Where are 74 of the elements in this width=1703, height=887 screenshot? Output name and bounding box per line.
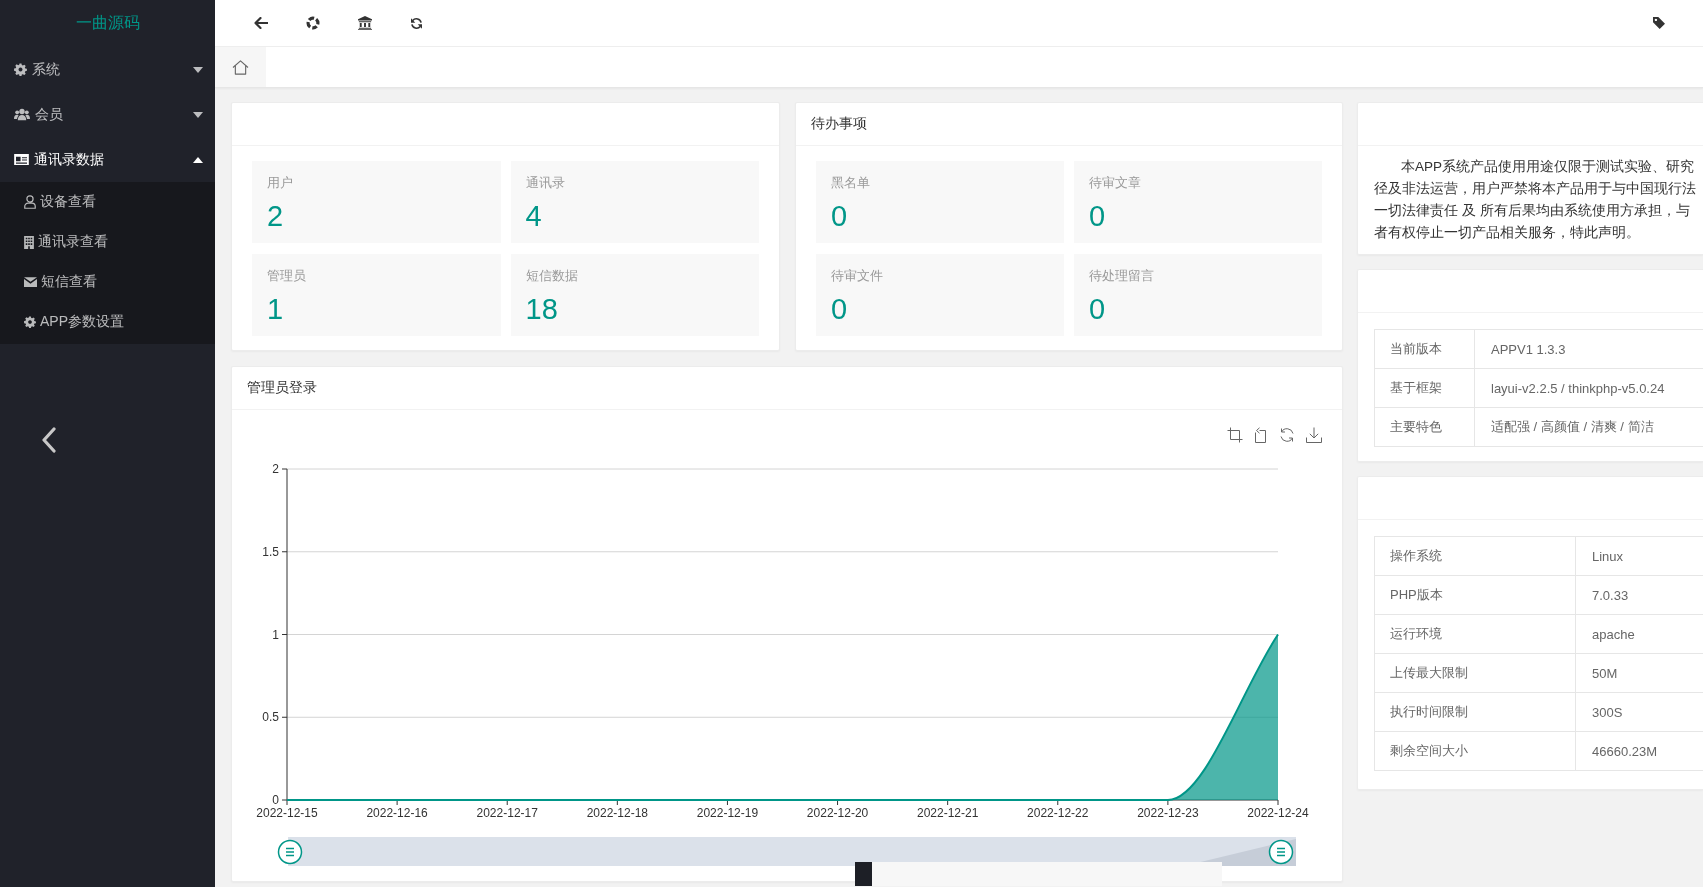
menu-item[interactable]: 会员 [0,92,215,137]
submenu-item[interactable]: 通讯录查看 [0,222,215,262]
x-tick-label: 2022-12-17 [476,806,538,820]
stat-label: 待审文件 [831,267,883,285]
id-card-icon [14,154,29,165]
gear-icon [14,63,27,76]
info-label: 基于框架 [1374,368,1475,408]
x-tick-label: 2022-12-19 [696,806,759,820]
stat-value: 2 [267,199,284,233]
x-tick-label: 2022-12-18 [586,806,649,820]
info-label: 主要特色 [1374,407,1475,447]
info-label: 操作系统 [1374,536,1576,576]
x-tick-label: 2022-12-16 [366,806,428,820]
info-label: PHP版本 [1374,575,1576,615]
x-tick-label: 2022-12-15 [256,806,318,820]
x-tick-label: 2022-12-22 [1027,806,1089,820]
stat-label: 短信数据 [525,267,578,285]
y-tick-label: 1 [272,627,279,642]
download-icon[interactable] [1306,427,1322,443]
building-icon [24,235,34,249]
stat-label: 通讯录 [525,174,565,192]
x-tick-label: 2022-12-21 [916,806,979,820]
gear-icon [24,316,36,328]
chevron-left-icon[interactable] [41,427,57,453]
stat-label: 黑名单 [831,174,870,192]
x-tick-label: 2022-12-20 [806,806,869,820]
stat-value: 4 [525,199,542,233]
stat-label: 待处理留言 [1089,267,1154,285]
users-icon [14,108,30,121]
menu-item[interactable]: 系统 [0,47,215,92]
range-handle[interactable] [277,839,303,865]
home-tab[interactable] [215,47,266,87]
card-title: 待办事项 [811,115,867,133]
bank-icon[interactable] [358,16,372,30]
menu-item[interactable]: 通讯录数据 [0,137,215,182]
y-tick-label: 0 [272,793,279,807]
stat-value: 1 [267,292,284,326]
stat-label: 管理员 [267,267,306,285]
info-label: 上传最大限制 [1374,653,1576,693]
range-handle[interactable] [1268,839,1294,865]
stat-value: 18 [525,292,558,326]
info-label: 运行环境 [1374,614,1576,654]
x-tick-label: 2022-12-24 [1247,806,1309,820]
stat-value: 0 [831,199,848,233]
stat-value: 0 [1089,292,1106,326]
stat-label: 用户 [267,174,293,192]
info-label: 当前版本 [1374,329,1475,369]
stat-value: 0 [1089,199,1106,233]
info-value: APPV1 1.3.3 [1474,329,1703,369]
y-tick-label: 0.5 [262,710,279,725]
envelope-icon [24,277,37,287]
life-ring-icon[interactable] [306,16,320,30]
zoom-reset-icon[interactable] [1255,427,1266,443]
x-tick-label: 2022-12-23 [1137,806,1199,820]
submenu-item[interactable]: APP参数设置 [0,302,215,342]
home-icon [232,59,249,75]
zoom-select-icon[interactable] [1227,427,1243,443]
disclaimer-text: 本APP系统产品使用用途仅限于测试实验、研究 径及非法运营，用户严禁将本产品用于与中国现行法 一切法律责任 及 所有后果均由系统使用方承担，与 者有权停止一切产品相关服务，特此声明。 [1374,158,1696,242]
y-tick-label: 2 [272,462,279,476]
arrow-left-icon[interactable] [254,17,268,29]
logo-text: 一曲源码 [75,13,140,33]
info-value: Linux [1575,536,1703,576]
refresh-icon[interactable] [410,16,423,30]
stat-value: 0 [831,292,848,326]
info-label: 剩余空间大小 [1374,731,1576,771]
tag-icon[interactable] [1653,17,1665,29]
y-tick-label: 1.5 [262,544,279,559]
submenu-item[interactable]: 短信查看 [0,262,215,302]
user-icon [24,195,36,209]
stat-label: 待审文章 [1089,174,1141,192]
info-label: 执行时间限制 [1374,692,1576,732]
card-title: 管理员登录 [247,379,317,397]
restore-icon[interactable] [1281,428,1293,442]
submenu-item[interactable]: 设备查看 [0,182,215,222]
